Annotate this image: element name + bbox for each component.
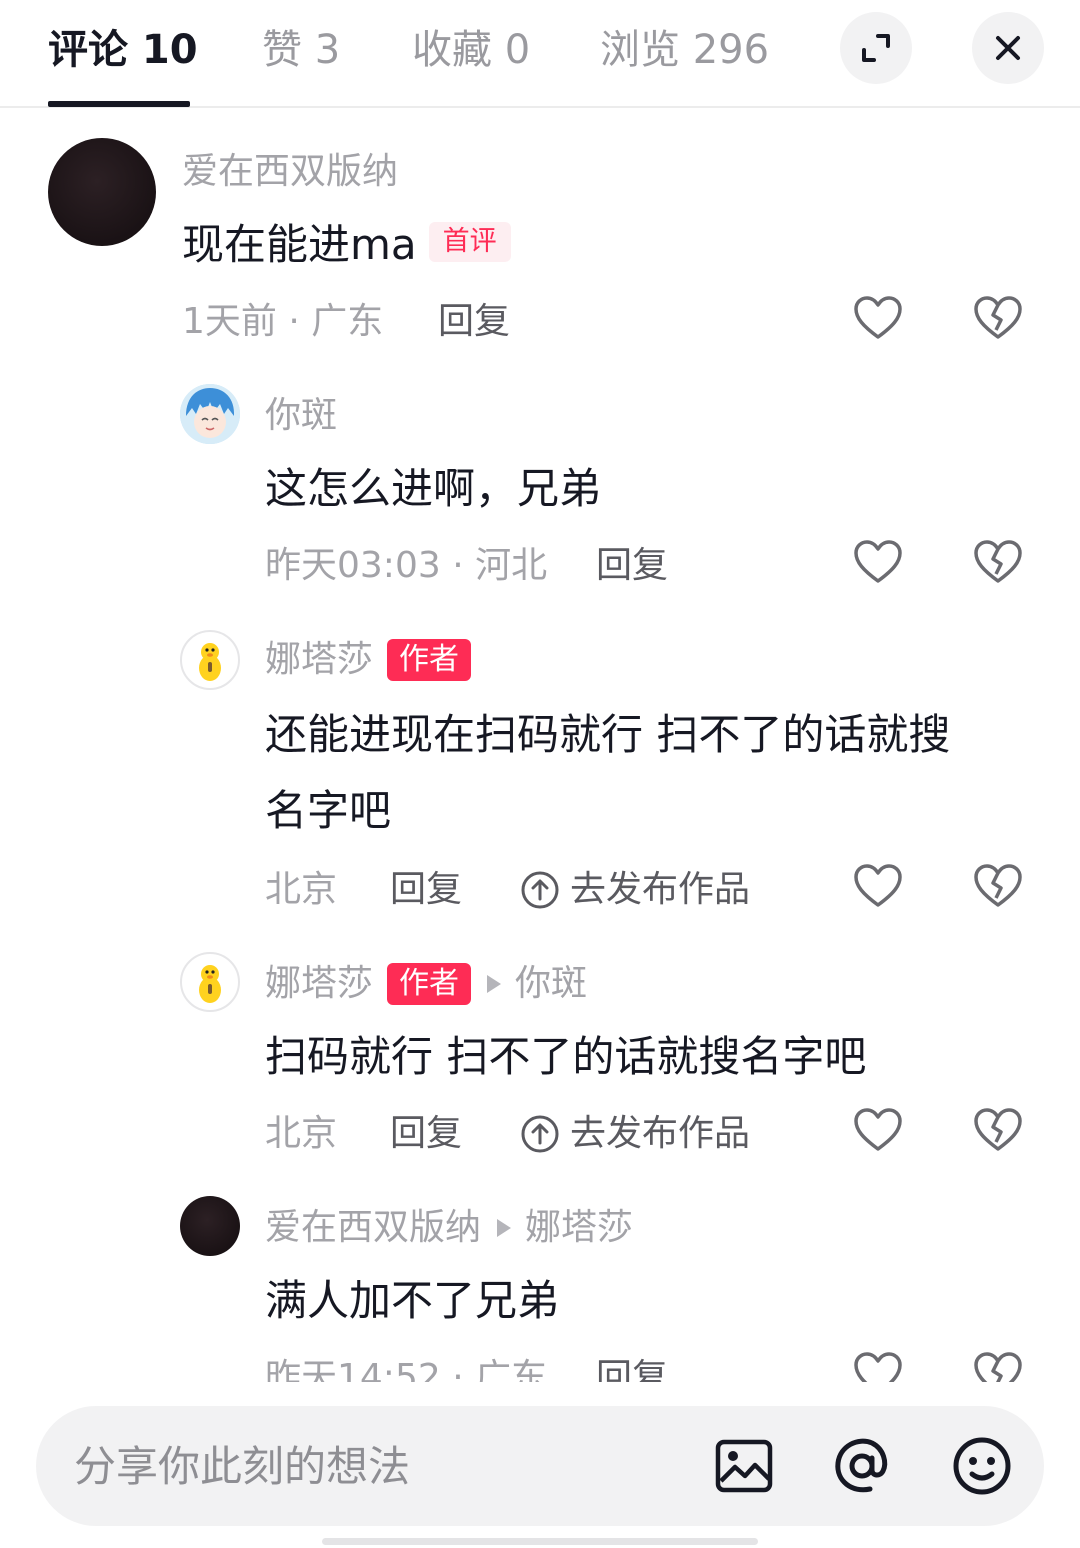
mention-button[interactable]: [830, 1434, 894, 1498]
avatar[interactable]: [180, 630, 240, 690]
close-button[interactable]: [972, 12, 1044, 84]
reply-to-username[interactable]: 娜塔莎: [525, 1206, 633, 1250]
heart-icon: [854, 296, 902, 339]
comment-text: 扫码就行 扫不了的话就搜名字吧: [265, 1032, 867, 1081]
tab-comments[interactable]: 评论 10: [48, 24, 198, 76]
publish-work-link[interactable]: 去发布作品: [520, 1112, 750, 1156]
reply-to-username[interactable]: 你斑: [515, 962, 587, 1006]
author-badge: 作者: [387, 639, 472, 681]
reply-button[interactable]: 回复: [596, 1356, 668, 1382]
comment-panel-header: 评论 10 赞 3 收藏 0 浏览 296: [0, 0, 1080, 108]
broken-heart-icon: [974, 540, 1022, 583]
comment-input-bar[interactable]: 分享你此刻的想法: [36, 1406, 1044, 1526]
avatar[interactable]: [48, 138, 156, 246]
first-comment-badge: 首评: [428, 221, 511, 262]
publish-work-link[interactable]: 去发布作品: [520, 868, 750, 912]
comment-text: 现在能进ma 首评: [182, 206, 511, 284]
username-text[interactable]: 娜塔莎: [265, 638, 373, 682]
dislike-button[interactable]: [972, 292, 1024, 344]
avatar[interactable]: [180, 384, 240, 444]
avatar[interactable]: [180, 1196, 240, 1256]
avatar-duck-icon: [199, 965, 221, 1003]
active-tab-indicator: [48, 101, 190, 107]
comment-input[interactable]: 分享你此刻的想法: [74, 1442, 410, 1492]
comment-time-location: 1天前 · 广东: [182, 301, 384, 342]
heart-icon: [854, 1108, 902, 1151]
reply-button[interactable]: 回复: [438, 300, 510, 344]
comment-time-location: 北京: [265, 1113, 338, 1154]
like-button[interactable]: [852, 1104, 904, 1156]
avatar-anime-icon: [180, 384, 240, 444]
username-text[interactable]: 爱在西双版纳: [265, 1206, 481, 1250]
home-indicator: [322, 1538, 758, 1545]
upload-circle-icon: [521, 871, 559, 909]
comment-username: 娜塔莎 作者: [265, 638, 472, 682]
expand-icon: [862, 34, 890, 62]
avatar-duck-icon: [199, 643, 221, 681]
tab-likes[interactable]: 赞 3: [262, 24, 340, 76]
dislike-button[interactable]: [972, 1104, 1024, 1156]
comment-time-location: 北京: [265, 869, 338, 910]
comment-username: 娜塔莎 作者 你斑: [265, 962, 587, 1006]
avatar[interactable]: [180, 952, 240, 1012]
comment-text: 这怎么进啊，兄弟: [265, 464, 602, 513]
like-button[interactable]: [852, 292, 904, 344]
heart-icon: [854, 540, 902, 583]
dislike-button[interactable]: [972, 860, 1024, 912]
close-icon: [996, 36, 1020, 60]
like-button[interactable]: [852, 1348, 904, 1382]
image-button[interactable]: [712, 1434, 776, 1498]
heart-icon: [854, 1352, 902, 1382]
publish-work-label: 去发布作品: [570, 1113, 751, 1154]
comment-username[interactable]: 爱在西双版纳: [182, 150, 398, 194]
like-button[interactable]: [852, 860, 904, 912]
image-icon: [715, 1439, 773, 1493]
author-badge: 作者: [387, 963, 472, 1005]
reply-arrow-icon: [487, 975, 502, 993]
comment-text-content: 现在能进ma: [182, 220, 417, 269]
reply-arrow-icon: [497, 1219, 512, 1237]
comment-username: 爱在西双版纳 娜塔莎: [265, 1206, 633, 1250]
comment-time-location: 昨天14:52 · 广东: [265, 1357, 548, 1382]
username-text[interactable]: 娜塔莎: [265, 962, 373, 1006]
comment-text-line-1: 还能进现在扫码就行 扫不了的话就搜: [265, 710, 951, 759]
comment-text-line-2: 名字吧: [265, 786, 392, 835]
comment-username[interactable]: 你斑: [265, 394, 337, 438]
comment-time-location: 昨天03:03 · 河北: [265, 545, 548, 586]
reply-button[interactable]: 回复: [596, 544, 668, 588]
tab-views[interactable]: 浏览 296: [600, 24, 769, 76]
upload-circle-icon: [521, 1115, 559, 1153]
broken-heart-icon: [974, 1108, 1022, 1151]
heart-icon: [854, 864, 902, 907]
dislike-button[interactable]: [972, 536, 1024, 588]
dislike-button[interactable]: [972, 1348, 1024, 1382]
comment-text: 满人加不了兄弟: [265, 1276, 560, 1325]
reply-button[interactable]: 回复: [390, 1112, 462, 1156]
broken-heart-icon: [974, 864, 1022, 907]
emoji-icon: [953, 1437, 1011, 1495]
reply-button[interactable]: 回复: [390, 868, 462, 912]
publish-work-label: 去发布作品: [570, 869, 751, 910]
like-button[interactable]: [852, 536, 904, 588]
comment-list[interactable]: 爱在西双版纳 现在能进ma 首评 1天前 · 广东 回复 你斑 这怎么进啊，兄弟 …: [0, 110, 1080, 1382]
broken-heart-icon: [974, 296, 1022, 339]
at-icon: [835, 1438, 888, 1493]
emoji-button[interactable]: [950, 1434, 1014, 1498]
tab-favorites[interactable]: 收藏 0: [412, 24, 530, 76]
broken-heart-icon: [974, 1352, 1022, 1382]
expand-button[interactable]: [840, 12, 912, 84]
